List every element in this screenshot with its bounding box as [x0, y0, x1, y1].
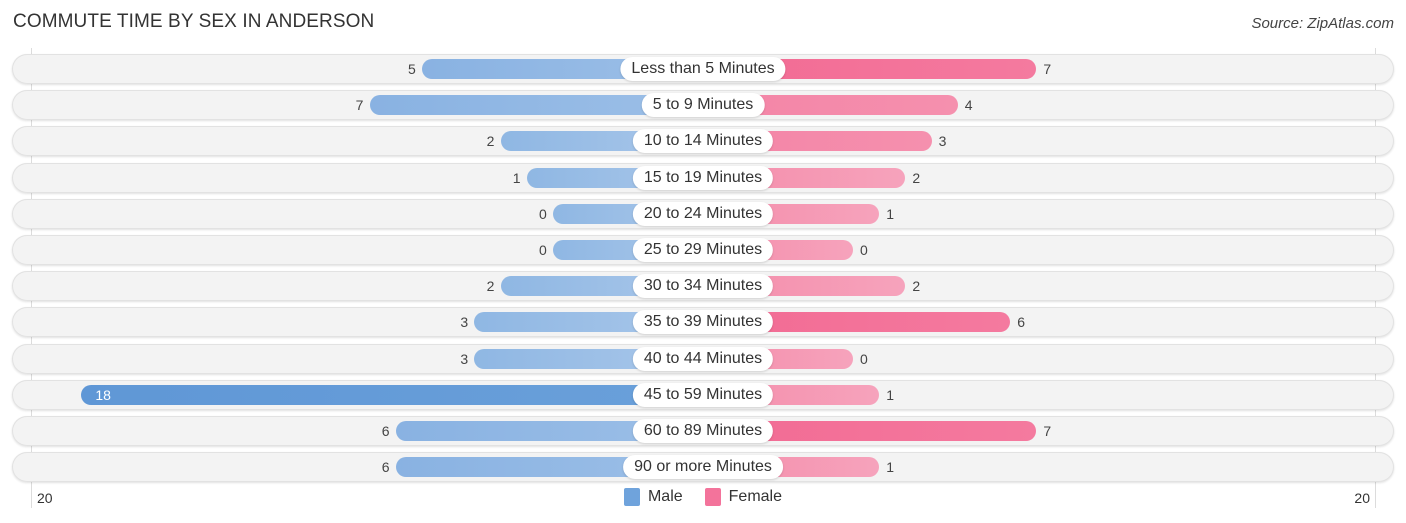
legend-item-female[interactable]: Female [704, 488, 783, 506]
value-label-female: 7 [1043, 423, 1052, 439]
value-label-female: 1 [886, 205, 894, 222]
legend-swatch-male [623, 488, 640, 506]
value-label-female: 0 [860, 350, 868, 367]
category-label: 45 to 59 Minutes [632, 382, 774, 407]
source-label: Source: ZipAtlas.com [1251, 15, 1394, 32]
value-label-male: 3 [460, 314, 469, 331]
value-label-male: 1 [512, 169, 521, 186]
value-label-male: 5 [408, 61, 416, 77]
value-label-male: 3 [460, 350, 469, 367]
legend-item-male[interactable]: Male [623, 488, 683, 506]
category-label: 5 to 9 Minutes [641, 93, 765, 118]
value-label-female: 1 [886, 459, 894, 476]
value-label-male: 6 [381, 459, 390, 476]
value-label-female: 7 [1043, 61, 1052, 77]
legend-swatch-female [704, 488, 721, 506]
value-label-male: 0 [539, 205, 547, 222]
category-label: 30 to 34 Minutes [632, 274, 774, 299]
category-label: 10 to 14 Minutes [632, 129, 774, 154]
value-label-male: 18 [95, 386, 111, 403]
category-label: 40 to 44 Minutes [632, 346, 774, 371]
value-label-male: 2 [486, 278, 495, 295]
legend-label-male: Male [647, 488, 683, 505]
value-label-female: 3 [938, 133, 947, 150]
value-label-male: 6 [381, 423, 390, 439]
category-label: 15 to 19 Minutes [632, 165, 774, 190]
category-label: 20 to 24 Minutes [632, 201, 774, 226]
category-label: Less than 5 Minutes [620, 57, 786, 81]
category-label: 90 or more Minutes [623, 455, 783, 480]
legend: Male Female [0, 488, 1406, 506]
value-label-female: 1 [886, 386, 894, 403]
category-label: 25 to 29 Minutes [632, 238, 774, 262]
value-label-male: 2 [486, 133, 495, 150]
category-label: 60 to 89 Minutes [632, 419, 774, 443]
value-label-female: 2 [912, 278, 921, 295]
value-label-female: 6 [1017, 314, 1025, 331]
legend-label-female: Female [728, 488, 783, 505]
value-label-female: 2 [912, 169, 921, 186]
value-label-male: 0 [539, 242, 547, 258]
value-label-male: 7 [355, 97, 364, 114]
category-label: 35 to 39 Minutes [632, 310, 774, 335]
bar-male[interactable] [81, 384, 703, 405]
value-label-female: 0 [860, 242, 868, 258]
chart-title: COMMUTE TIME BY SEX IN ANDERSON [13, 11, 375, 32]
value-label-female: 4 [964, 97, 973, 114]
